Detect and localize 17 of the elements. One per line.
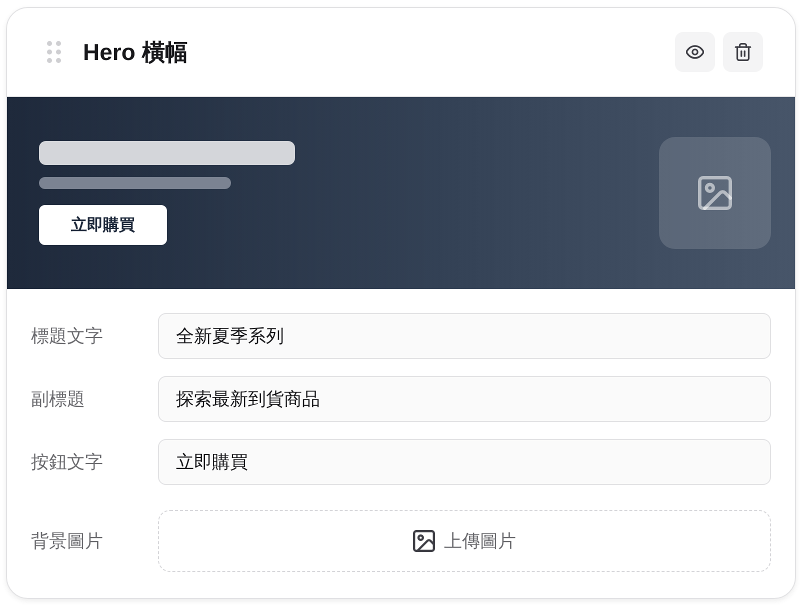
eye-icon [686,43,704,61]
field-label: 按鈕文字 [31,451,104,474]
cta-button[interactable]: 立即購買 [39,205,167,245]
text-input[interactable]: 探索最新到貨商品 [158,376,771,422]
upload-dropzone[interactable]: 上傳圖片 [158,510,771,572]
block-title: Hero 橫幅 [83,38,188,66]
delete-button[interactable] [723,32,763,72]
image-icon [698,176,732,210]
drag-handle-icon[interactable] [47,41,61,63]
trash-icon [734,43,752,61]
preview-button[interactable] [675,32,715,72]
text-input[interactable]: 立即購買 [158,439,771,485]
image-icon [413,530,435,552]
field-label: 標題文字 [31,325,104,348]
text-input[interactable]: 全新夏季系列 [158,313,771,359]
field-label: 副標題 [31,388,86,411]
field-label: 背景圖片 [31,530,104,553]
